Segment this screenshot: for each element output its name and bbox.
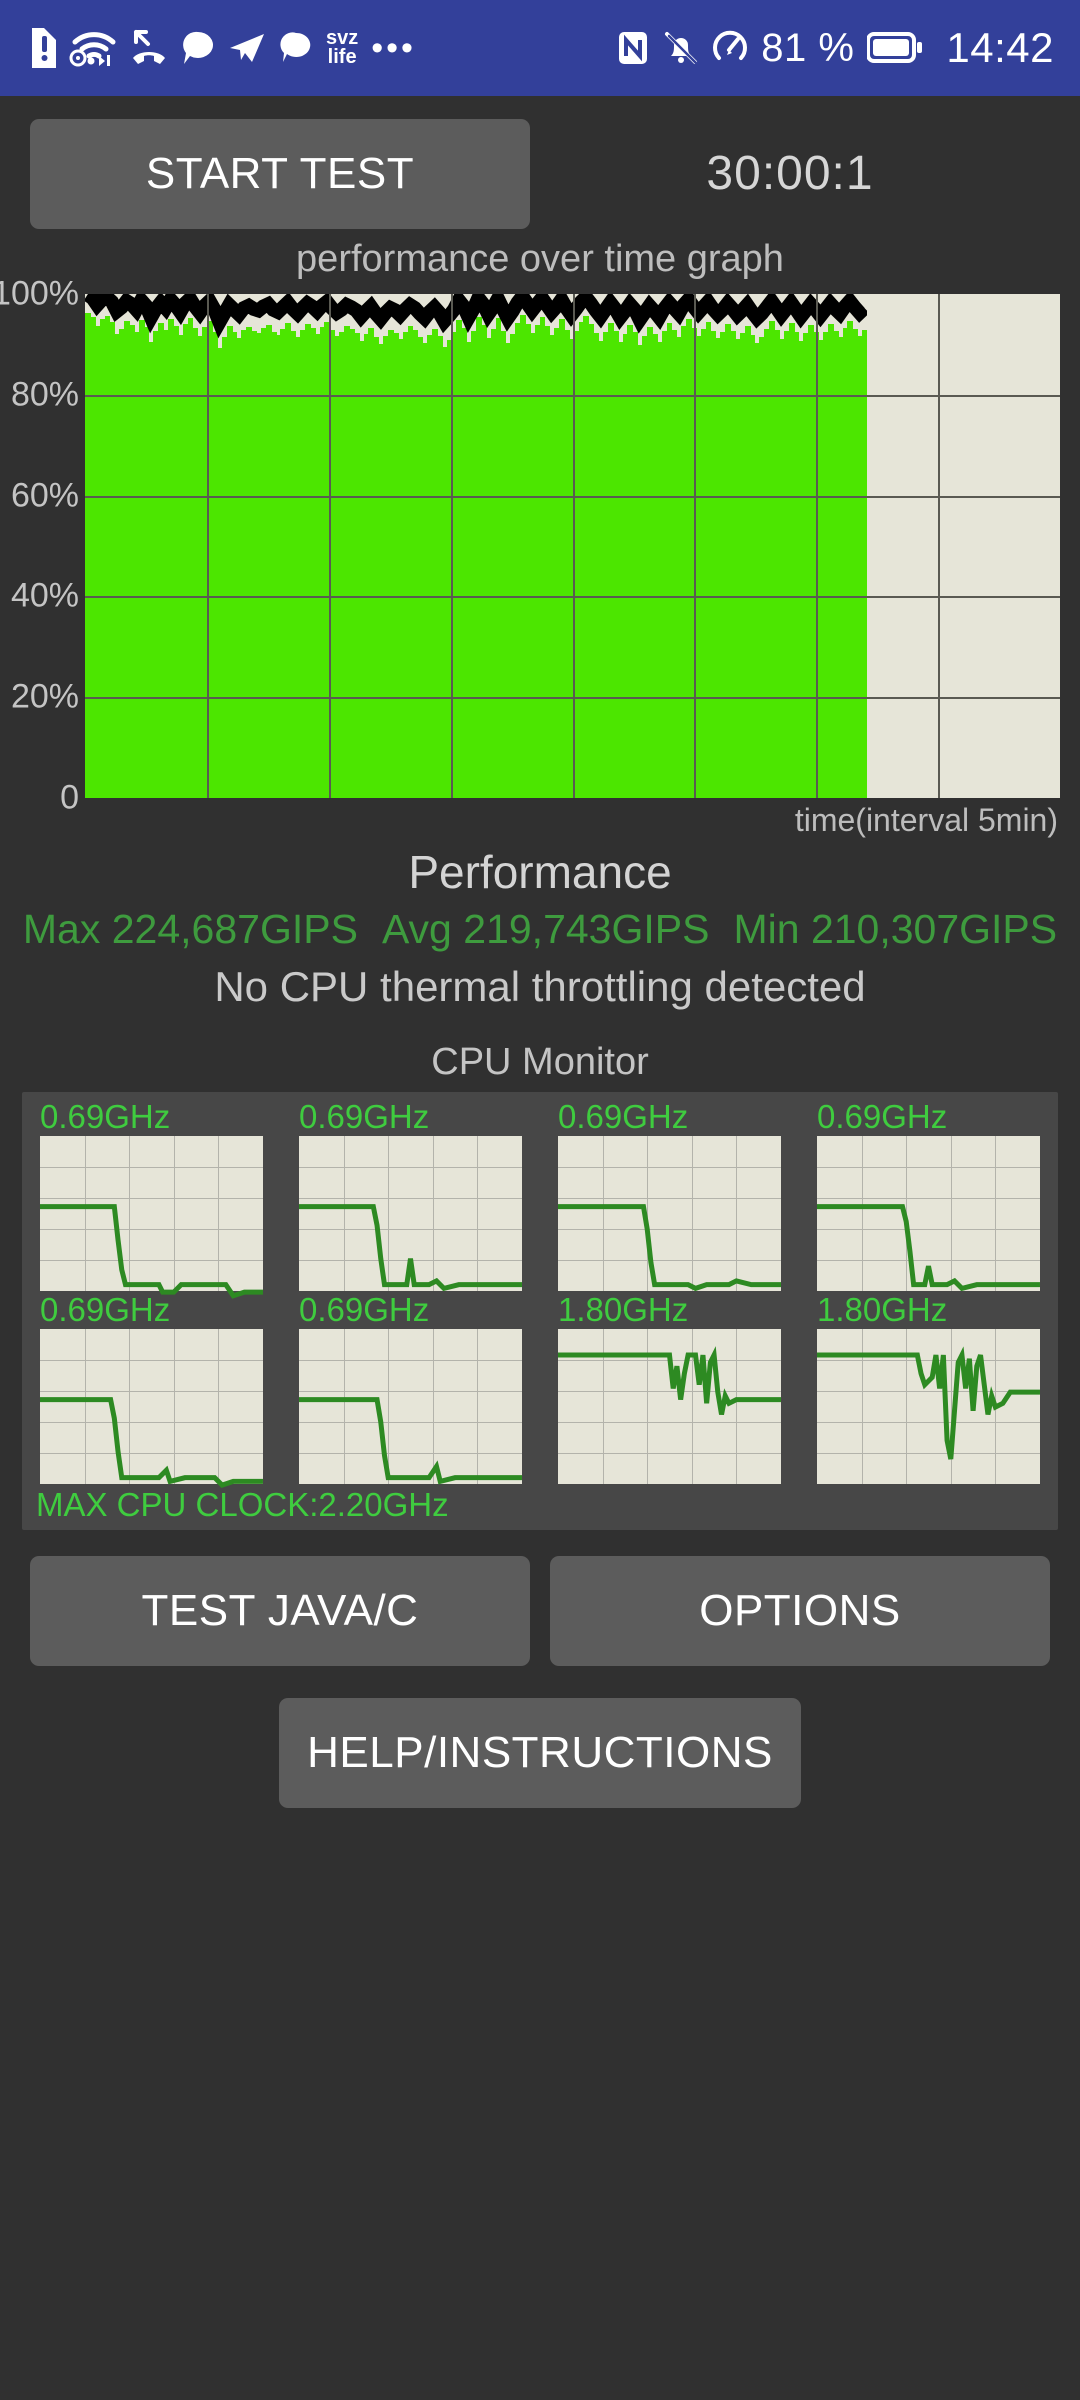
min-label: Min — [733, 906, 800, 952]
cpu-core-chart — [40, 1329, 263, 1484]
cpu-core-frequency-label: 0.69GHz — [817, 1098, 948, 1135]
max-stat: Max 224,687GIPS — [23, 900, 358, 958]
cpu-core-line — [40, 1136, 263, 1322]
y-tick-label: 20% — [10, 677, 79, 716]
y-tick-label: 40% — [10, 576, 79, 615]
cpu-core-cell: 0.69GHz — [799, 1098, 1058, 1291]
cpu-core-cell: 0.69GHz — [540, 1098, 799, 1291]
graph-canvas: 100% 80% 60% 40% 20% 0 time(interval 5min) — [0, 275, 1080, 838]
cpu-core-chart — [817, 1329, 1040, 1484]
cpu-core-line — [558, 1329, 781, 1515]
cpu-core-line — [817, 1136, 1040, 1322]
cpu-core-line — [817, 1329, 1040, 1515]
cpu-monitor-title: CPU Monitor — [431, 1041, 649, 1083]
performance-heading: Performance — [408, 846, 672, 898]
throttling-status: No CPU thermal throttling detected — [214, 963, 866, 1010]
telegram-icon — [228, 28, 266, 68]
cpu-core-cell: 0.69GHz — [22, 1098, 281, 1291]
help-instructions-button[interactable]: HELP/INSTRUCTIONS — [279, 1698, 801, 1808]
graph-vertical-gridline — [206, 294, 209, 798]
battery-icon — [867, 30, 923, 66]
graph-vertical-gridline — [328, 294, 331, 798]
options-button[interactable]: OPTIONS — [550, 1556, 1050, 1666]
avg-label: Avg — [381, 906, 452, 952]
nfc-icon — [616, 28, 650, 68]
start-test-button[interactable]: START TEST — [30, 118, 530, 229]
cpu-core-frequency-label: 0.69GHz — [40, 1098, 171, 1135]
message-bubble-icon — [279, 28, 313, 68]
wifi-hotspot-icon — [69, 28, 117, 68]
cpu-core-line — [40, 1329, 263, 1515]
cpu-core-chart — [299, 1136, 522, 1291]
performance-summary: Performance Max 224,687GIPS Avg 219,743G… — [0, 844, 1080, 1016]
top-toolbar: START TEST 30:00:1 — [0, 96, 1080, 229]
graph-horizontal-gridline — [85, 596, 1060, 599]
y-tick-label: 100% — [0, 274, 79, 313]
cpu-core-frequency-label: 0.69GHz — [558, 1098, 689, 1135]
graph-x-axis-label: time(interval 5min) — [794, 802, 1058, 838]
avg-value: 219,743GIPS — [463, 906, 710, 952]
graph-horizontal-gridline — [85, 495, 1060, 498]
performance-graph-section: performance over time graph 100% 80% 60% 40… — [0, 236, 1080, 838]
max-label: Max — [22, 906, 101, 952]
cpu-core-line — [299, 1136, 522, 1322]
cpu-core-line — [299, 1329, 522, 1515]
graph-vertical-gridline — [572, 294, 575, 798]
graph-vertical-gridline — [938, 294, 941, 798]
cpu-core-chart — [558, 1136, 781, 1291]
more-dots-icon: ••• — [371, 29, 416, 67]
test-java-c-button[interactable]: TEST JAVA/C — [30, 1556, 530, 1666]
svz-life-icon: svz life — [326, 28, 358, 68]
graph-title: performance over time graph — [296, 238, 784, 280]
y-tick-label: 80% — [10, 375, 79, 414]
status-bar-right-icons: 81 % 14:42 — [616, 24, 1054, 72]
max-value: 224,687GIPS — [111, 906, 358, 952]
graph-plot-area — [85, 294, 1060, 798]
graph-horizontal-gridline — [85, 394, 1060, 397]
min-stat: Min 210,307GIPS — [733, 900, 1057, 958]
min-value: 210,307GIPS — [810, 906, 1058, 952]
svz-line-2: life — [327, 46, 357, 68]
cpu-core-chart — [299, 1329, 522, 1484]
cpu-core-chart — [817, 1136, 1040, 1291]
cpu-core-cell: 0.69GHz — [281, 1098, 540, 1291]
test-timer: 30:00:1 — [706, 147, 874, 200]
status-bar[interactable]: svz life ••• 81 % 14:42 — [0, 0, 1080, 96]
y-tick-label: 0 — [60, 778, 79, 817]
performance-stats: Max 224,687GIPS Avg 219,743GIPS Min 210,… — [0, 900, 1080, 958]
chat-bubble-icon — [181, 28, 215, 68]
battery-percentage: 81 % — [761, 25, 855, 70]
cpu-core-chart — [40, 1136, 263, 1291]
cpu-core-frequency-label: 0.69GHz — [299, 1098, 430, 1135]
cpu-monitor-panel: 0.69GHz 0.69GHz 0.69GHz 0.69GHz 0.69GHz 0.69… — [22, 1092, 1058, 1530]
performance-line — [85, 294, 867, 685]
performance-polyline — [87, 295, 864, 322]
action-button-row: TEST JAVA/C OPTIONS — [0, 1530, 1080, 1666]
sim-alert-icon — [26, 28, 56, 68]
help-button-row: HELP/INSTRUCTIONS — [0, 1666, 1080, 1808]
status-bar-left-icons: svz life ••• — [26, 28, 616, 68]
y-tick-label: 60% — [10, 476, 79, 515]
graph-horizontal-gridline — [85, 697, 1060, 700]
cpu-core-row: 0.69GHz 0.69GHz 0.69GHz 0.69GHz — [22, 1098, 1058, 1291]
cpu-core-chart — [558, 1329, 781, 1484]
graph-vertical-gridline — [694, 294, 697, 798]
avg-stat: Avg 219,743GIPS — [382, 900, 710, 958]
graph-y-axis: 100% 80% 60% 40% 20% 0 — [0, 275, 85, 817]
data-saver-icon — [712, 28, 748, 68]
missed-call-icon — [130, 28, 168, 68]
cpu-core-line — [558, 1136, 781, 1322]
status-bar-clock: 14:42 — [946, 24, 1054, 71]
notification-silent-icon — [663, 28, 699, 68]
graph-vertical-gridline — [816, 294, 819, 798]
graph-vertical-gridline — [450, 294, 453, 798]
